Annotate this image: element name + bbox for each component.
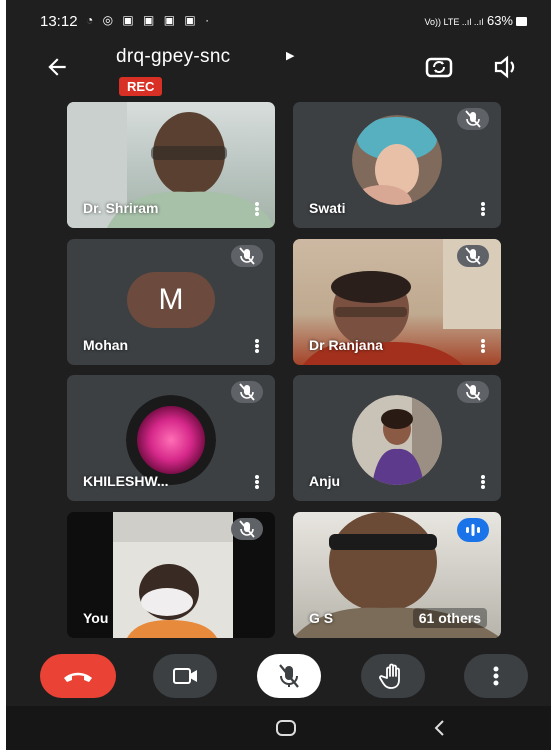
audio-output-button[interactable] (492, 54, 526, 84)
participant-tile[interactable]: M Mohan (67, 239, 275, 365)
participant-tile[interactable]: G S 61 others (293, 512, 501, 638)
system-navigation-bar (6, 706, 551, 750)
participant-name: Dr. Shriram (83, 200, 159, 216)
mic-off-icon (239, 520, 255, 538)
raise-hand-icon (379, 663, 400, 689)
participant-tile[interactable]: KHILESHW... (67, 375, 275, 501)
call-controls (6, 646, 551, 706)
back-button[interactable] (40, 52, 74, 82)
participant-tile[interactable]: Dr. Shriram (67, 102, 275, 228)
participant-name: Anju (309, 473, 341, 489)
meeting-code[interactable]: drq-gpey-snc (116, 46, 230, 68)
participant-tile[interactable]: Dr Ranjana (293, 239, 501, 365)
meet-screen: 13:12 ◔ ◎ ▣ ▣ ▣ ▣ · Vo)) LTE ..ıl ..ıl 6… (6, 0, 551, 750)
participant-name: You (83, 610, 109, 626)
participant-more-button[interactable] (251, 200, 263, 218)
back-arrow-icon (48, 58, 66, 76)
mic-off-icon (239, 383, 255, 401)
raise-hand-button[interactable] (361, 654, 425, 698)
status-time: 13:12 (40, 13, 78, 30)
participant-more-button[interactable] (251, 473, 263, 491)
more-vert-icon (493, 666, 499, 686)
status-bar: 13:12 ◔ ◎ ▣ ▣ ▣ ▣ · Vo)) LTE ..ıl ..ıl 6… (6, 0, 551, 40)
battery-level: 63% (486, 13, 513, 28)
mic-off-icon (465, 110, 481, 128)
participant-name: KHILESHW... (83, 473, 169, 489)
mic-muted-badge (457, 381, 489, 403)
participant-name: Swati (309, 200, 346, 216)
mic-muted-badge (231, 245, 263, 267)
network-signal-icon: Vo)) LTE ..ıl ..ıl (424, 17, 484, 27)
switch-camera-button[interactable] (424, 54, 458, 84)
mic-off-icon (279, 664, 299, 688)
others-count[interactable]: 61 others (412, 608, 487, 628)
participant-avatar (352, 395, 442, 485)
participant-more-button[interactable] (477, 200, 489, 218)
participant-name: Mohan (83, 337, 129, 353)
notification-icons: ◔ ◎ ▣ ▣ ▣ ▣ · (86, 13, 213, 27)
mic-muted-badge (231, 381, 263, 403)
meeting-info-chevron-icon[interactable]: ▶ (286, 49, 294, 62)
mic-muted-badge (457, 245, 489, 267)
mic-off-icon (465, 247, 481, 265)
battery-icon (516, 17, 527, 27)
audio-level-icon (466, 524, 480, 536)
participant-avatar (352, 115, 442, 205)
video-camera-icon (173, 668, 197, 684)
participant-name: Dr Ranjana (309, 337, 383, 353)
participant-avatar: M (127, 272, 215, 328)
status-right: Vo)) LTE ..ıl ..ıl 63% (424, 13, 527, 28)
mic-muted-badge (457, 108, 489, 130)
recording-badge: REC (119, 77, 163, 96)
end-call-icon (64, 672, 92, 682)
speaker-icon (494, 55, 515, 79)
speaking-indicator (457, 518, 489, 542)
participant-more-button[interactable] (251, 337, 263, 355)
end-call-button[interactable] (40, 654, 116, 698)
camera-toggle-button[interactable] (153, 654, 217, 698)
microphone-toggle-button[interactable] (257, 654, 321, 698)
mic-off-icon (465, 383, 481, 401)
back-nav-icon[interactable] (430, 718, 450, 738)
participant-more-button[interactable] (477, 337, 489, 355)
home-button-icon[interactable] (274, 718, 298, 738)
avatar-initial: M (158, 283, 184, 316)
more-options-button[interactable] (464, 654, 528, 698)
participant-tile[interactable]: Swati (293, 102, 501, 228)
mic-muted-badge (231, 518, 263, 540)
participant-tile[interactable]: Anju (293, 375, 501, 501)
switch-camera-icon (425, 57, 453, 78)
participant-name: G S (309, 610, 334, 626)
self-tile[interactable]: You (67, 512, 275, 638)
participant-avatar (126, 395, 216, 485)
mic-off-icon (239, 247, 255, 265)
meeting-header: drq-gpey-snc ▶ REC (6, 40, 551, 98)
participant-more-button[interactable] (477, 473, 489, 491)
